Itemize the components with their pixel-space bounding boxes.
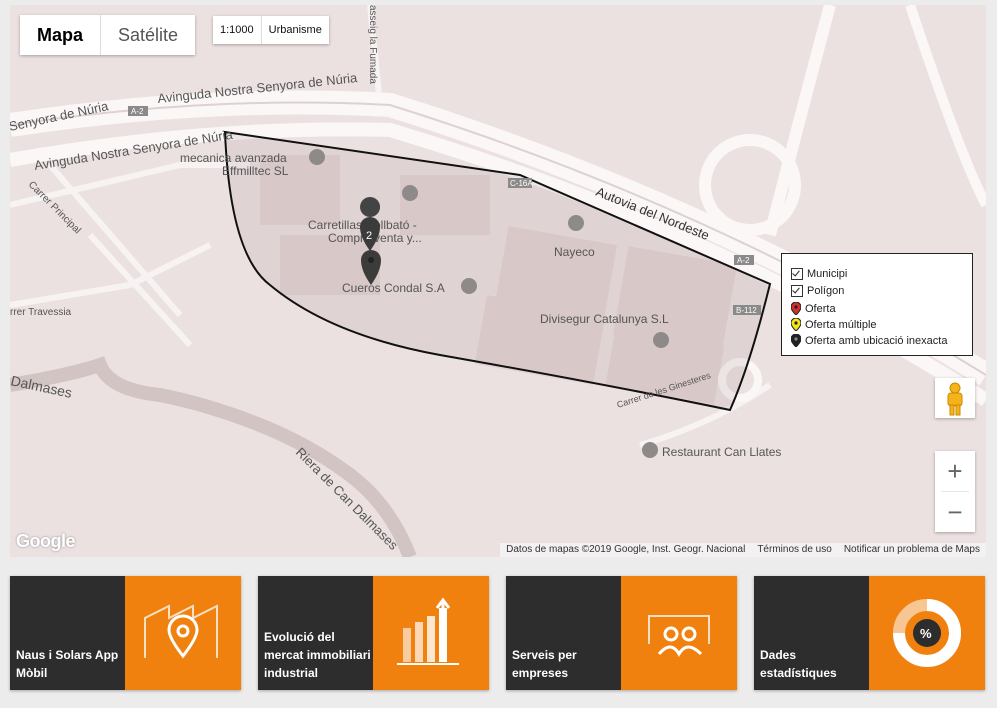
percent-donut-icon: % <box>893 599 961 667</box>
cluster-count: 2 <box>366 230 372 242</box>
legend-oferta-label: Oferta <box>805 302 836 315</box>
tile-label: Naus i Solars App Mòbil <box>16 648 119 680</box>
road-label-carrer-travessia: rrer Travessia <box>10 307 72 318</box>
street-view-pegman[interactable] <box>935 378 975 418</box>
poligon-checkbox[interactable] <box>791 285 803 297</box>
tile-icon-panel: % <box>869 576 985 690</box>
legend-municipi-label: Municipi <box>807 268 848 280</box>
tile-label: Dades estadístiques <box>760 648 837 680</box>
tile-label: Serveis per empreses <box>512 648 577 680</box>
zoom-out-button[interactable]: − <box>935 492 975 532</box>
shopping-bag-icon <box>568 215 584 231</box>
tile-icon-panel <box>373 576 489 690</box>
zoom-in-button[interactable]: + <box>935 451 975 491</box>
road-shield: A-2 <box>737 256 750 265</box>
tile-app-mobil[interactable]: Naus i Solars App Mòbil <box>10 576 241 690</box>
svg-text:%: % <box>920 626 932 641</box>
tile-label: Evolució del mercat immobiliari industri… <box>264 630 371 680</box>
pegman-icon <box>947 382 963 416</box>
map-legend: Municipi Polígon Oferta Oferta múltiple … <box>781 253 973 356</box>
legend-oferta-multiple-label: Oferta múltiple <box>805 318 877 331</box>
legend-oferta: Oferta <box>791 302 836 315</box>
factory-location-icon <box>144 604 218 659</box>
map-type-control: Mapa Satélite <box>20 15 196 55</box>
tile-evolucio-mercat[interactable]: Evolució del mercat immobiliari industri… <box>258 576 489 690</box>
red-pin-icon <box>791 302 801 315</box>
poi-pin-icon <box>461 278 477 294</box>
road-label-passeig: asseig la Fumada <box>367 5 378 84</box>
poi-pin-icon <box>653 332 669 348</box>
zoom-control: + − <box>935 451 975 532</box>
place-nayeco: Nayeco <box>554 245 595 259</box>
map-data-credit: Datos de mapas ©2019 Google, Inst. Geogr… <box>506 544 746 555</box>
tile-icon-panel <box>621 576 737 690</box>
legend-oferta-inexacta: Oferta amb ubicació inexacta <box>791 334 947 347</box>
users-icon <box>648 615 710 658</box>
poi-pin-icon <box>309 149 325 165</box>
place-restaurant: Restaurant Can Llates <box>662 445 781 459</box>
tile-serveis-empreses[interactable]: Serveis per empreses <box>506 576 737 690</box>
scale-button[interactable]: 1:1000 <box>213 16 262 44</box>
road-shield: B-112 <box>736 306 757 315</box>
municipi-checkbox[interactable] <box>791 268 803 280</box>
map-attribution: Datos de mapas ©2019 Google, Inst. Geogr… <box>500 543 986 557</box>
map-type-mapa-button[interactable]: Mapa <box>20 15 102 55</box>
restaurant-icon <box>642 442 658 458</box>
place-divisegur: Divisegur Catalunya S.L <box>540 312 669 326</box>
tile-icon-panel <box>125 576 241 690</box>
map-canvas[interactable]: Avinguda Nostra Senyora de Núria Senyora… <box>10 5 986 557</box>
tile-dades-estadistiques[interactable]: Dades estadístiques % <box>754 576 985 690</box>
report-problem-link[interactable]: Notificar un problema de Maps <box>844 543 980 557</box>
place-cueros: Cueros Condal S.A <box>342 281 445 295</box>
road-shield: C-16A <box>510 179 533 188</box>
legend-municipi[interactable]: Municipi <box>791 268 847 280</box>
urbanisme-button[interactable]: Urbanisme <box>262 16 329 44</box>
shopping-bag-icon <box>402 185 418 201</box>
legend-oferta-multiple: Oferta múltiple <box>791 318 877 331</box>
layer-control: 1:1000 Urbanisme <box>213 16 329 44</box>
terms-link[interactable]: Términos de uso <box>757 543 831 557</box>
legend-poligon-label: Polígon <box>807 285 845 297</box>
yellow-pin-icon <box>791 318 801 331</box>
black-pin-icon <box>791 334 801 347</box>
place-mecanica-line2: Effmilltec SL <box>222 164 289 178</box>
legend-poligon[interactable]: Polígon <box>791 285 844 297</box>
bar-chart-icon <box>397 597 459 665</box>
map-type-satellite-button[interactable]: Satélite <box>101 15 195 55</box>
google-logo[interactable]: Google <box>16 531 76 552</box>
legend-oferta-inexacta-label: Oferta amb ubicació inexacta <box>805 334 948 347</box>
road-shield: A-2 <box>131 107 144 116</box>
place-mecanica-line1: mecanica avanzada <box>180 151 287 165</box>
